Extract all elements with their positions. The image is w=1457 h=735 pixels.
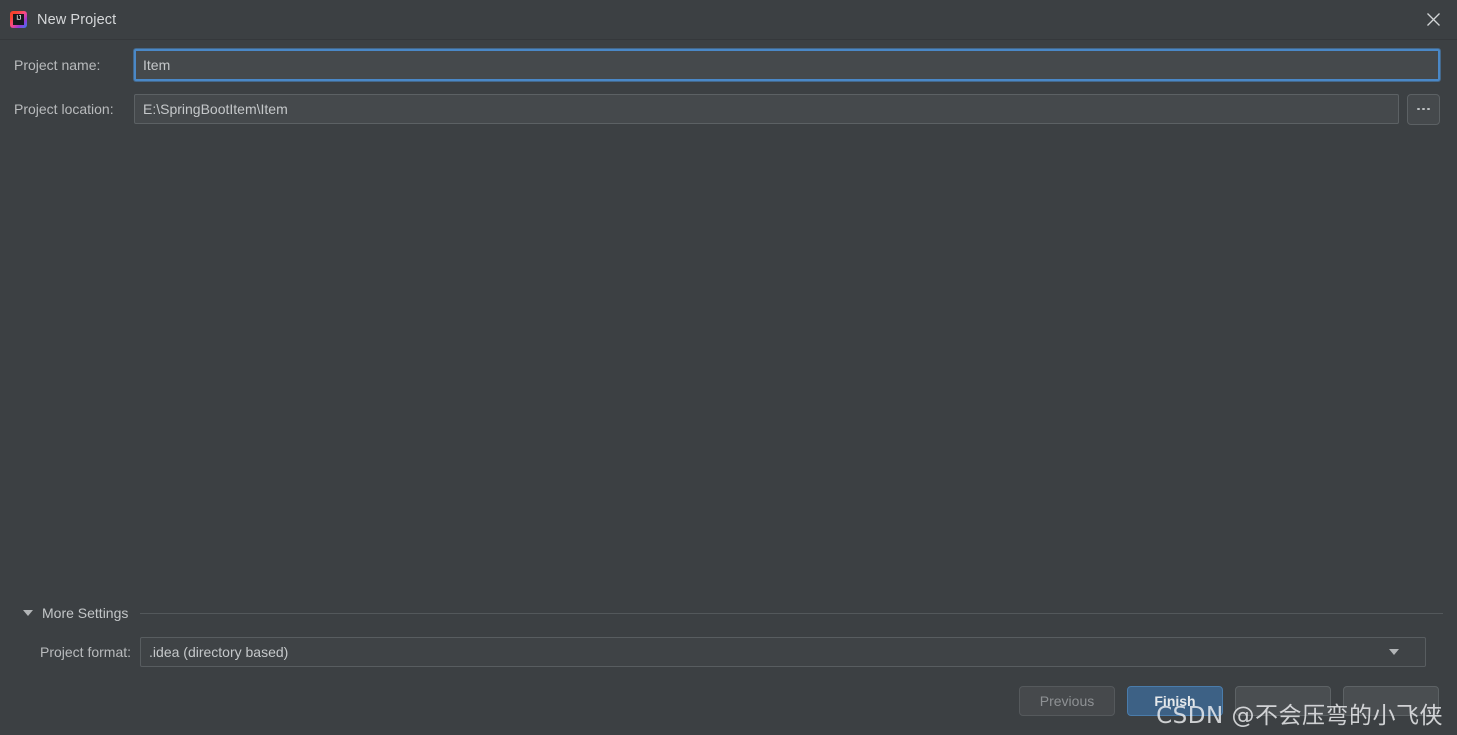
chevron-down-icon[interactable] <box>1389 649 1399 655</box>
new-project-dialog: New Project Project name: Item Project l… <box>0 0 1457 735</box>
ellipsis-icon-dot <box>1417 107 1420 111</box>
previous-button[interactable]: Previous <box>1019 686 1115 716</box>
more-settings-section: More Settings Project format: .idea (dir… <box>0 602 1457 667</box>
triangle-down-icon[interactable] <box>23 610 33 616</box>
project-location-input[interactable]: E:\SpringBootItem\Item <box>134 94 1399 124</box>
intellij-idea-icon <box>10 11 27 28</box>
section-divider <box>140 612 1443 614</box>
cancel-button[interactable]: Cancel <box>1235 686 1331 716</box>
project-location-row: Project location: E:\SpringBootItem\Item <box>0 93 1457 125</box>
ellipsis-icon-dot <box>1422 107 1425 111</box>
project-format-label: Project format: <box>40 644 132 660</box>
window-title: New Project <box>37 11 117 28</box>
project-format-value: .idea (directory based) <box>149 644 289 660</box>
browse-location-button[interactable] <box>1407 93 1440 125</box>
project-format-row: Project format: .idea (directory based) <box>14 637 1443 667</box>
project-format-select[interactable]: .idea (directory based) <box>140 637 1426 667</box>
close-icon[interactable] <box>1409 0 1457 39</box>
title-bar: New Project <box>0 0 1457 40</box>
more-settings-header[interactable]: More Settings <box>14 602 1443 624</box>
help-button[interactable]: Help <box>1343 686 1439 716</box>
project-location-label: Project location: <box>14 101 114 117</box>
form-area: Project name: Item Project location: E:\… <box>0 40 1457 602</box>
project-name-row: Project name: Item <box>0 49 1457 81</box>
project-name-input[interactable]: Item <box>134 49 1440 81</box>
dialog-footer: Previous Finish Cancel Help CSDN @不会压弯的小… <box>0 667 1457 735</box>
more-settings-label: More Settings <box>42 605 129 621</box>
finish-button[interactable]: Finish <box>1127 686 1223 716</box>
project-name-label: Project name: <box>14 57 101 73</box>
intellij-idea-glyph <box>13 13 24 25</box>
ellipsis-icon-dot <box>1427 107 1430 111</box>
